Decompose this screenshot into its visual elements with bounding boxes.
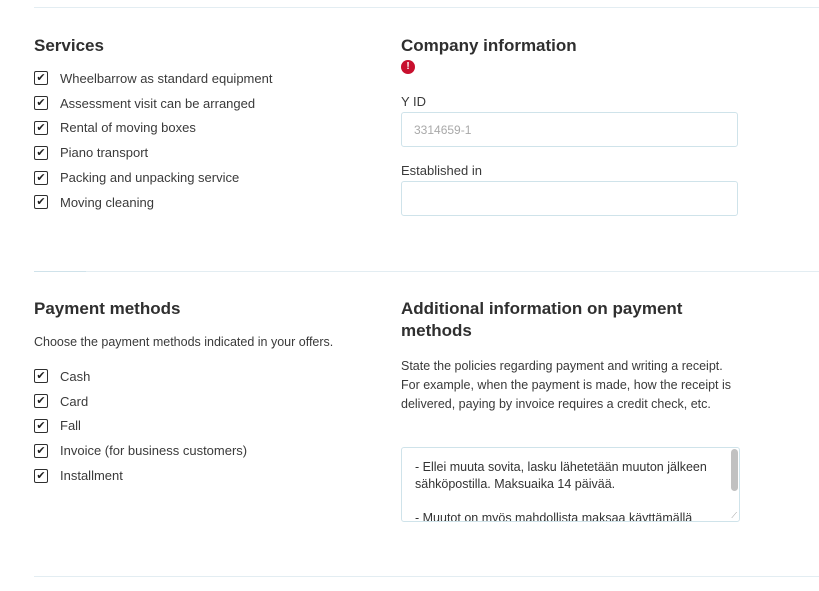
checkbox-installment[interactable]: ✔	[34, 468, 48, 483]
checkbox-fall[interactable]: ✔	[34, 418, 48, 433]
checkbox-moving-boxes[interactable]: ✔	[34, 120, 48, 135]
payment-info-textarea[interactable]: - Ellei muuta sovita, lasku lähetetään m…	[401, 447, 740, 522]
payment-methods-title: Payment methods	[34, 299, 181, 318]
established-input[interactable]	[401, 181, 738, 216]
services-title: Services	[34, 36, 104, 55]
payment-methods-list: ✔ Cash ✔ Card ✔ Fall ✔ Invoice (for business…	[34, 364, 247, 488]
payment-item-installment[interactable]: ✔ Installment	[34, 463, 247, 488]
payment-methods-description: Choose the payment methods indicated in …	[34, 335, 334, 349]
textarea-scrollbar[interactable]	[731, 449, 738, 491]
error-icon: !	[401, 60, 415, 74]
section-divider	[34, 271, 819, 272]
payment-info-textarea-content[interactable]: - Ellei muuta sovita, lasku lähetetään m…	[415, 459, 720, 521]
service-item-piano-transport[interactable]: ✔ Piano transport	[34, 140, 272, 165]
service-label: Rental of moving boxes	[60, 120, 196, 136]
service-item-wheelbarrow[interactable]: ✔ Wheelbarrow as standard equipment	[34, 66, 272, 91]
established-label: Established in	[401, 163, 482, 178]
service-item-packing[interactable]: ✔ Packing and unpacking service	[34, 165, 272, 190]
yid-label: Y ID	[401, 94, 427, 109]
checkbox-cash[interactable]: ✔	[34, 369, 48, 384]
payment-label: Card	[60, 393, 89, 409]
payment-item-cash[interactable]: ✔ Cash	[34, 364, 247, 389]
service-label: Assessment visit can be arranged	[60, 95, 256, 111]
service-item-moving-cleaning[interactable]: ✔ Moving cleaning	[34, 190, 272, 215]
services-list: ✔ Wheelbarrow as standard equipment ✔ Asse…	[34, 66, 272, 215]
service-label: Moving cleaning	[60, 194, 154, 210]
payment-label: Cash	[60, 368, 91, 384]
checkbox-invoice[interactable]: ✔	[34, 443, 48, 458]
checkbox-wheelbarrow[interactable]: ✔	[34, 71, 48, 86]
payment-label: Installment	[60, 468, 123, 484]
divider-accent	[34, 271, 86, 272]
checkbox-piano-transport[interactable]: ✔	[34, 145, 48, 160]
payment-label: Invoice (for business customers)	[60, 443, 248, 459]
yid-input[interactable]	[401, 112, 738, 147]
checkbox-packing[interactable]: ✔	[34, 170, 48, 185]
additional-payment-info-title: Additional information on payment method…	[401, 299, 683, 340]
service-item-moving-boxes[interactable]: ✔ Rental of moving boxes	[34, 116, 272, 141]
company-info-title: Company information	[401, 36, 577, 55]
bottom-divider	[34, 576, 819, 577]
service-label: Packing and unpacking service	[60, 170, 240, 186]
payment-label: Fall	[60, 418, 81, 434]
payment-item-card[interactable]: ✔ Card	[34, 389, 247, 414]
service-label: Wheelbarrow as standard equipment	[60, 70, 273, 86]
additional-payment-info-description: State the policies regarding payment and…	[401, 359, 732, 411]
payment-item-fall[interactable]: ✔ Fall	[34, 414, 247, 439]
service-label: Piano transport	[60, 145, 149, 161]
top-divider	[34, 7, 819, 8]
checkbox-moving-cleaning[interactable]: ✔	[34, 195, 48, 210]
service-item-assessment-visit[interactable]: ✔ Assessment visit can be arranged	[34, 91, 272, 116]
resize-handle-icon[interactable]: ⟋	[731, 512, 737, 520]
payment-item-invoice[interactable]: ✔ Invoice (for business customers)	[34, 438, 247, 463]
checkbox-assessment-visit[interactable]: ✔	[34, 96, 48, 111]
checkbox-card[interactable]: ✔	[34, 394, 48, 409]
